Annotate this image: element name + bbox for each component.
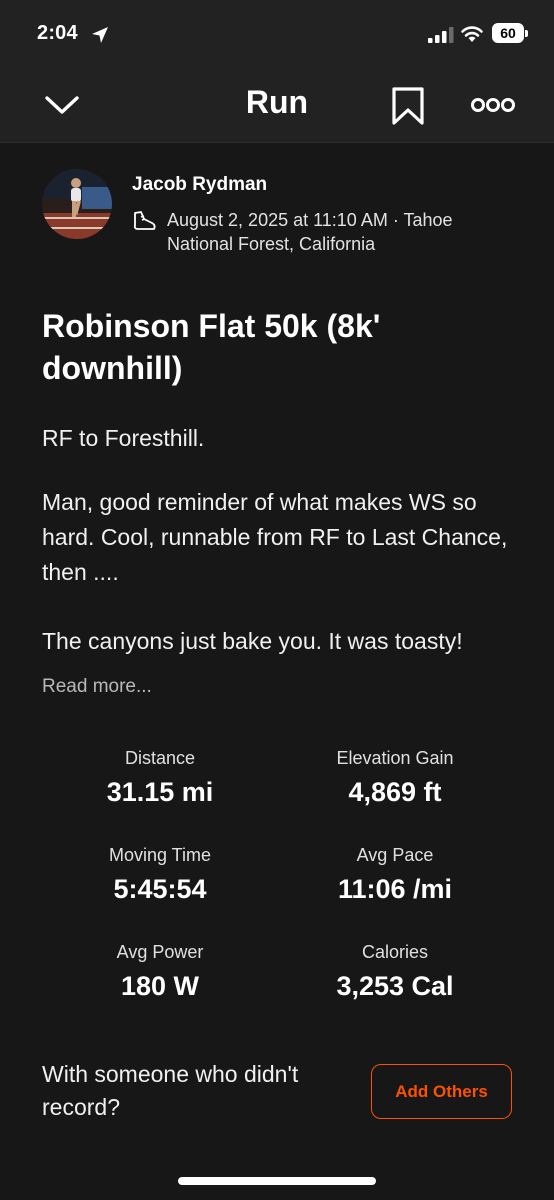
stat-value: 5:45:54 — [113, 874, 207, 904]
battery-level: 60 — [500, 25, 516, 41]
shoe-icon — [133, 211, 156, 230]
battery-icon: 60 — [492, 23, 524, 43]
stat-label: Elevation Gain — [336, 748, 454, 768]
description-paragraph: Man, good reminder of what makes WS so h… — [42, 489, 508, 585]
status-time: 2:04 — [37, 22, 78, 44]
stat-value: 3,253 Cal — [336, 971, 454, 1001]
wifi-icon — [461, 26, 483, 42]
description-paragraph: RF to Foresthill. — [42, 425, 205, 451]
stat-value: 180 W — [120, 971, 200, 1001]
stat-value: 31.15 mi — [106, 777, 214, 807]
stat-avg-pace: Avg Pace 11:06 /mi — [275, 843, 515, 907]
stat-label: Avg Pace — [356, 845, 434, 865]
bookmark-icon[interactable] — [390, 86, 426, 126]
with-others-prompt: With someone who didn't record? — [42, 1061, 299, 1120]
status-bar: 2:04 60 — [0, 0, 554, 70]
stat-calories: Calories 3,253 Cal — [275, 940, 515, 1004]
stat-distance: Distance 31.15 mi — [40, 746, 280, 810]
activity-title: Robinson Flat 50k (8k' downhill) — [42, 308, 381, 386]
read-more-link[interactable]: Read more... — [42, 676, 152, 698]
stat-label: Calories — [361, 942, 429, 962]
avatar-photo — [42, 169, 112, 239]
more-icon[interactable] — [470, 95, 516, 115]
stat-elevation-gain: Elevation Gain 4,869 ft — [275, 746, 515, 810]
stat-label: Distance — [124, 748, 196, 768]
stat-moving-time: Moving Time 5:45:54 — [40, 843, 280, 907]
battery-nub — [525, 30, 528, 37]
nav-bar: Run — [0, 70, 554, 143]
stat-value: 4,869 ft — [348, 777, 442, 807]
activity-meta: August 2, 2025 at 11:10 AM · Tahoe Natio… — [167, 210, 453, 254]
signal-icon — [428, 27, 454, 43]
athlete-name[interactable]: Jacob Rydman — [132, 174, 267, 196]
stat-label: Avg Power — [116, 942, 204, 962]
stat-label: Moving Time — [108, 845, 212, 865]
description-paragraph: The canyons just bake you. It was toasty… — [42, 628, 463, 654]
stat-avg-power: Avg Power 180 W — [40, 940, 280, 1004]
home-indicator[interactable] — [178, 1177, 376, 1185]
location-arrow-icon — [92, 27, 108, 43]
stat-value: 11:06 /mi — [337, 874, 453, 904]
add-others-button[interactable]: Add Others — [371, 1064, 512, 1119]
avatar[interactable] — [42, 169, 112, 239]
